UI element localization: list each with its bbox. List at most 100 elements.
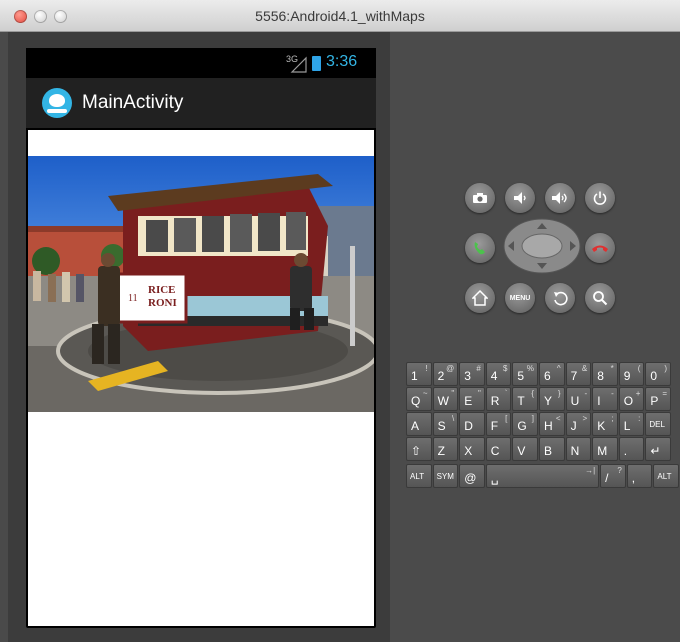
key-d[interactable]: D xyxy=(459,412,485,436)
key-i[interactable]: I- xyxy=(592,387,618,411)
key-0[interactable]: 0) xyxy=(645,362,671,386)
key-q[interactable]: Q ~ xyxy=(406,387,432,411)
activity-title: MainActivity xyxy=(82,92,184,113)
key-alt-label: } xyxy=(557,389,561,398)
car-number-text: 11 xyxy=(128,293,138,304)
key-label: ALT xyxy=(410,472,425,481)
volume-down-icon[interactable] xyxy=(505,183,535,213)
key-label: G xyxy=(517,419,527,433)
key-label: V xyxy=(517,444,526,458)
key-label: R xyxy=(490,394,500,408)
key-x[interactable]: X xyxy=(459,437,485,461)
key-l[interactable]: L: xyxy=(618,412,645,436)
key-3[interactable]: 3 # xyxy=(459,362,485,386)
key-8[interactable]: 8 * xyxy=(592,362,618,386)
key-alt-label: + xyxy=(635,389,641,398)
key-alt-label: →| xyxy=(585,466,596,475)
slash-key[interactable]: /? xyxy=(600,464,626,488)
app-launcher-icon[interactable] xyxy=(42,88,72,118)
key-label: E xyxy=(464,394,473,408)
key-alt-label: " xyxy=(477,389,481,398)
key-f[interactable]: F[ xyxy=(485,412,512,436)
key-6[interactable]: 6 ^ xyxy=(539,362,565,386)
key-r[interactable]: R ` xyxy=(485,387,512,411)
key-label: 3 xyxy=(464,369,471,383)
camera-icon[interactable] xyxy=(465,183,495,213)
call-icon[interactable] xyxy=(465,233,495,263)
key-v[interactable]: V xyxy=(512,437,538,461)
key-alt-label: > xyxy=(582,414,588,423)
key-w[interactable]: W " xyxy=(432,387,459,411)
key-5[interactable]: 5% xyxy=(512,362,538,386)
key-a[interactable]: A xyxy=(406,412,432,436)
activity-content: 11 RICE RONI xyxy=(28,130,374,626)
key-n[interactable]: N xyxy=(565,437,592,461)
volume-up-icon[interactable] xyxy=(545,183,575,213)
menu-button[interactable]: MENU xyxy=(505,283,535,313)
key-label: / xyxy=(605,471,609,485)
enter-key[interactable]: ↵ xyxy=(645,437,671,461)
key-label: O xyxy=(623,394,634,408)
key-label: SYM xyxy=(436,472,454,481)
key-alt-label: - xyxy=(611,389,614,398)
alt-key[interactable]: ALT xyxy=(406,464,432,488)
comma-key[interactable]: , xyxy=(626,464,653,488)
key-label: 5 xyxy=(517,369,525,383)
at-key[interactable]: @ xyxy=(459,464,485,488)
period-key[interactable]: . xyxy=(618,437,645,461)
key-label: 8 xyxy=(597,369,604,383)
key-label: H xyxy=(544,419,553,433)
home-icon[interactable] xyxy=(465,283,495,313)
search-icon[interactable] xyxy=(585,283,615,313)
key-u[interactable]: U- xyxy=(565,387,592,411)
key-7[interactable]: 7 & xyxy=(565,362,592,386)
key-label: W xyxy=(437,394,449,408)
key-t[interactable]: T{ xyxy=(512,387,538,411)
key-e[interactable]: E " xyxy=(459,387,485,411)
key-label: Y xyxy=(544,394,553,408)
key-c[interactable]: C xyxy=(485,437,512,461)
key-g[interactable]: G] xyxy=(512,412,538,436)
key-z[interactable]: Z xyxy=(432,437,459,461)
key-4[interactable]: 4 $ xyxy=(485,362,512,386)
key-alt-label: ~ xyxy=(422,389,428,398)
key-p[interactable]: P = xyxy=(645,387,671,411)
key-y[interactable]: Y} xyxy=(539,387,565,411)
sym-key[interactable]: SYM xyxy=(432,464,459,488)
key-label: K xyxy=(597,419,606,433)
key-label: A xyxy=(411,419,420,433)
key-alt-label: ; xyxy=(611,414,614,423)
key-b[interactable]: B xyxy=(539,437,565,461)
key-alt-label: < xyxy=(555,414,561,423)
key-label: J xyxy=(570,419,577,433)
window-titlebar: 5556:Android4.1_withMaps xyxy=(0,0,680,32)
key-label: X xyxy=(464,444,473,458)
key-s[interactable]: S \ xyxy=(432,412,459,436)
key-j[interactable]: J > xyxy=(565,412,592,436)
space-key[interactable]: ␣ →| xyxy=(485,464,600,488)
key-alt-label: ! xyxy=(425,364,428,373)
key-h[interactable]: H < xyxy=(539,412,565,436)
shift-key[interactable]: ⇧ xyxy=(406,437,432,461)
dpad[interactable] xyxy=(502,217,582,275)
window-title: 5556:Android4.1_withMaps xyxy=(255,8,425,24)
menu-button-label: MENU xyxy=(509,294,531,302)
power-icon[interactable] xyxy=(585,183,615,213)
key-2[interactable]: 2 @ xyxy=(432,362,459,386)
sign-line-2: RONI xyxy=(148,297,177,309)
key-1[interactable]: 1! xyxy=(406,362,432,386)
key-alt-label: ^ xyxy=(556,364,561,373)
key-alt-label: { xyxy=(531,389,534,398)
key-label: ⇧ xyxy=(411,444,422,458)
end-call-icon[interactable] xyxy=(585,233,615,263)
alt-key[interactable]: ALT xyxy=(653,464,679,488)
key-9[interactable]: 9( xyxy=(618,362,645,386)
key-m[interactable]: M xyxy=(592,437,618,461)
key-o[interactable]: O + xyxy=(618,387,645,411)
key-alt-label: ) xyxy=(664,364,667,373)
key-label: C xyxy=(490,444,500,458)
key-alt-label: : xyxy=(638,414,641,423)
delete-key[interactable]: DEL xyxy=(645,412,671,436)
back-icon[interactable] xyxy=(545,283,575,313)
key-k[interactable]: K; xyxy=(592,412,618,436)
